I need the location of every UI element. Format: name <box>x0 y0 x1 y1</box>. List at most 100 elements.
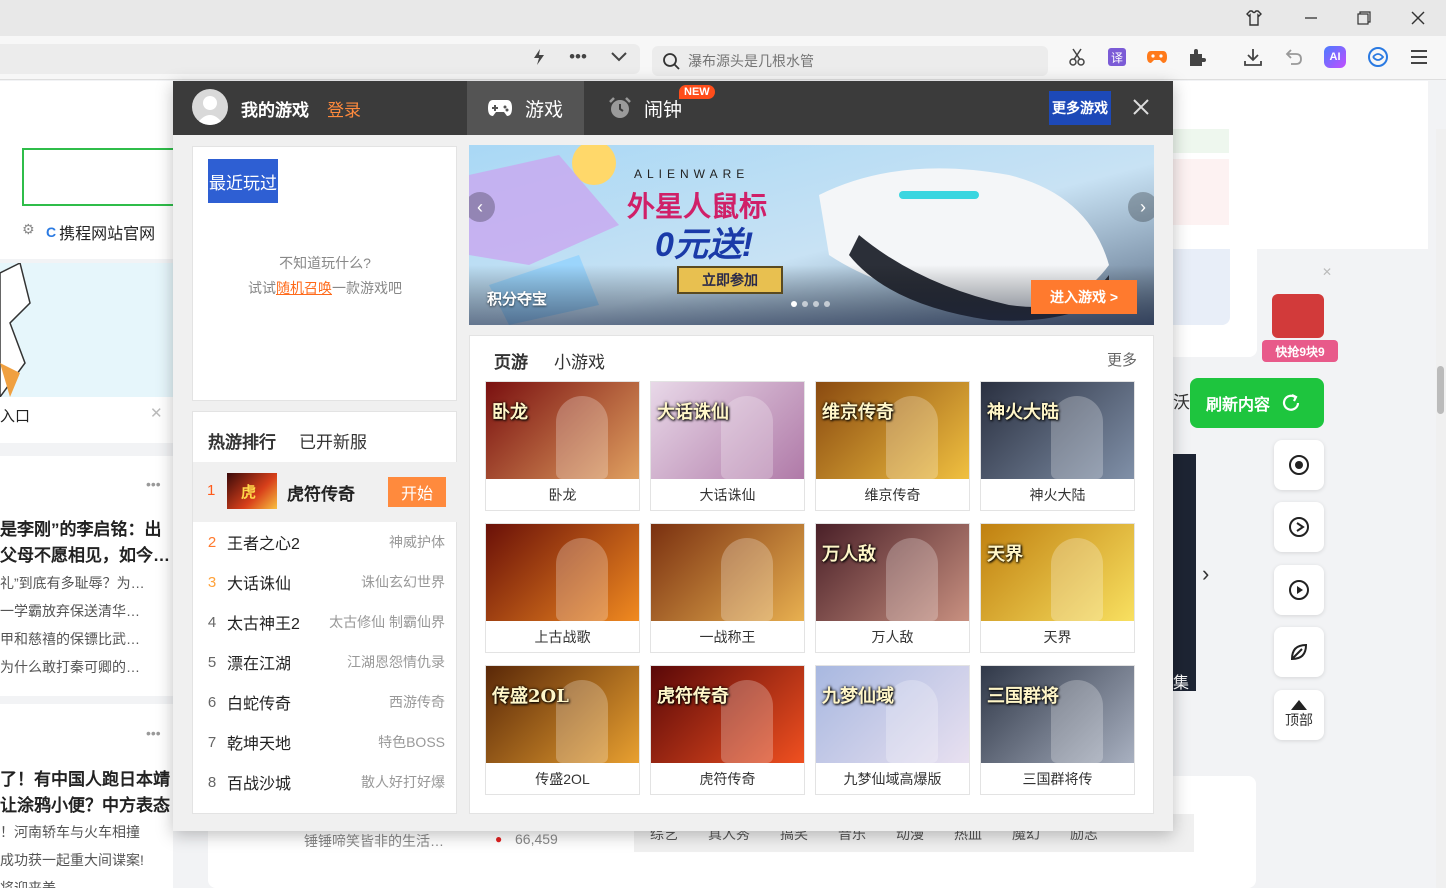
search-box[interactable] <box>652 46 1048 76</box>
game-card[interactable]: 上古战歌 <box>485 523 640 653</box>
rank-tag: 诛仙玄幻世界 <box>361 574 445 590</box>
carousel-dot[interactable] <box>813 301 819 307</box>
translate-icon[interactable]: 译 <box>1102 42 1132 72</box>
login-link[interactable]: 登录 <box>327 96 361 121</box>
close-icon[interactable]: ✕ <box>150 404 163 422</box>
scrollbar-thumb[interactable] <box>1437 366 1444 414</box>
news-title[interactable]: 父母不愿相见，如今… <box>0 541 170 566</box>
ai-icon[interactable]: AI <box>1320 42 1350 72</box>
chevron-right-icon[interactable]: › <box>1128 192 1154 222</box>
game-card[interactable]: 神火大陆 神火大陆 <box>980 381 1135 511</box>
news-item[interactable]: 一学霸放弃保送清华… <box>0 601 140 621</box>
news-title[interactable]: 了！有中国人跑日本靖 <box>0 765 170 790</box>
entry-label[interactable]: 入口 <box>0 405 30 426</box>
refresh-content-button[interactable]: 刷新内容 <box>1190 378 1324 428</box>
game-card[interactable]: 九梦仙域 九梦仙域高爆版 <box>815 665 970 795</box>
game-card[interactable]: 天界 天界 <box>980 523 1135 653</box>
enter-game-button[interactable]: 进入游戏 > <box>1031 280 1137 314</box>
game-card[interactable]: 维京传奇 维京传奇 <box>815 381 970 511</box>
news-item[interactable]: 将迎来美 <box>0 878 56 888</box>
news-item[interactable]: 礼”到底有多耻辱？为… <box>0 573 145 593</box>
more-dots-icon[interactable]: ••• <box>146 476 161 492</box>
undo-icon[interactable] <box>1278 42 1308 72</box>
minimize-icon[interactable] <box>1285 0 1337 36</box>
lightning-icon[interactable] <box>524 42 554 72</box>
news-title[interactable]: 让涂鸦小便？中方表态 <box>0 791 170 816</box>
chevron-right-icon[interactable]: › <box>1202 561 1209 587</box>
tab-web-games[interactable]: 页游 <box>494 348 528 373</box>
ctrip-link[interactable]: C 携程网站官网 <box>46 220 155 244</box>
start-button[interactable]: 开始 <box>388 477 446 507</box>
promo-label: 快抢9块9 <box>1262 340 1338 362</box>
ctrip-icon: C <box>46 224 57 240</box>
chevron-down-icon[interactable] <box>604 42 634 72</box>
search-input[interactable] <box>688 53 1008 69</box>
game-thumbnail: 天界 <box>981 524 1134 621</box>
hint-suffix: 一款游戏吧 <box>332 280 402 296</box>
tab-hot-ranking[interactable]: 热游排行 <box>208 428 276 453</box>
game-card[interactable]: 虎符传奇 虎符传奇 <box>650 665 805 795</box>
skin-icon[interactable] <box>1228 0 1280 36</box>
bottom-text[interactable]: 锤锤啼笑皆非的生活… <box>304 831 444 851</box>
news-title[interactable]: 是李刚”的李启铭：出 <box>0 515 162 540</box>
rank-row[interactable]: 8 百战沙城 散人好打好爆 <box>193 762 457 802</box>
game-card[interactable]: 一战称王 <box>650 523 805 653</box>
banner-cta[interactable]: 立即参加 <box>677 266 783 294</box>
promo-gift[interactable]: 快抢9块9 <box>1262 284 1338 366</box>
carousel-dot[interactable] <box>791 301 797 307</box>
game-card[interactable]: 卧龙 卧龙 <box>485 381 640 511</box>
rank-number: 7 <box>207 733 217 751</box>
gear-icon[interactable]: ⚙ <box>22 221 35 238</box>
user-icon <box>196 96 224 125</box>
rank-row-first[interactable]: 1 虎 虎符传奇 开始 <box>193 462 457 522</box>
game-icon[interactable] <box>1274 502 1324 552</box>
news-item[interactable]: 成功获一起重大间谍案! <box>0 850 144 870</box>
rank-tag: 特色BOSS <box>378 734 445 750</box>
back-to-top-button[interactable]: 顶部 <box>1274 690 1324 740</box>
more-dots-icon[interactable]: ••• <box>146 725 161 741</box>
tab-games[interactable]: 游戏 <box>467 81 584 135</box>
scissors-icon[interactable] <box>1062 42 1092 72</box>
leaf-icon[interactable] <box>1274 627 1324 677</box>
game-card[interactable]: 万人敌 万人敌 <box>815 523 970 653</box>
gift-icon <box>1272 294 1324 338</box>
scrollbar[interactable] <box>1436 129 1446 888</box>
recent-tag: 最近玩过 <box>208 159 278 203</box>
news-item[interactable]: ！河南轿车与火车相撞 <box>0 822 140 842</box>
more-link[interactable]: 更多 <box>1107 349 1137 370</box>
restore-icon[interactable] <box>1338 0 1390 36</box>
carousel-dot[interactable] <box>824 301 830 307</box>
close-window-icon[interactable] <box>1392 0 1444 36</box>
close-icon[interactable] <box>1127 93 1155 121</box>
tab-new-servers[interactable]: 已开新服 <box>299 428 367 453</box>
promo-banner[interactable]: ALIENWARE 外星人鼠标 0元送! 立即参加 积分夺宝 进入游戏 > ‹ … <box>469 145 1154 325</box>
play-icon[interactable] <box>1274 565 1324 615</box>
sync-icon[interactable] <box>1363 42 1393 72</box>
gamepad-icon[interactable] <box>1142 42 1172 72</box>
rank-row[interactable]: 6 白蛇传奇 西游传奇 <box>193 682 457 722</box>
more-games-button[interactable]: 更多游戏 <box>1049 91 1111 125</box>
game-card[interactable]: 传盛2OL 传盛2OL <box>485 665 640 795</box>
video-thumb <box>1173 454 1196 691</box>
more-dots-icon[interactable]: ••• <box>563 42 593 72</box>
news-item[interactable]: 甲和慈禧的保镖比武… <box>0 629 140 649</box>
tab-mini-games[interactable]: 小游戏 <box>554 348 605 373</box>
avatar[interactable] <box>192 89 228 125</box>
rank-row[interactable]: 4 太古神王2 太古修仙 制霸仙界 <box>193 602 457 642</box>
extensions-icon[interactable] <box>1182 42 1212 72</box>
game-name: 虎符传奇 <box>699 770 756 787</box>
rank-row[interactable]: 5 漂在江湖 江湖恩怨情仇录 <box>193 642 457 682</box>
video-icon[interactable] <box>1274 440 1324 490</box>
carousel-dot[interactable] <box>802 301 808 307</box>
menu-icon[interactable] <box>1404 42 1434 72</box>
close-icon[interactable]: ✕ <box>1322 265 1332 279</box>
tab-games-label: 游戏 <box>525 99 564 121</box>
game-card[interactable]: 大话诛仙 大话诛仙 <box>650 381 805 511</box>
download-icon[interactable] <box>1238 42 1268 72</box>
rank-row[interactable]: 2 王者之心2 神威护体 <box>193 522 457 562</box>
rank-row[interactable]: 7 乾坤天地 特色BOSS <box>193 722 457 762</box>
rank-row[interactable]: 3 大话诛仙 诛仙玄幻世界 <box>193 562 457 602</box>
news-item[interactable]: 为什么敢打秦可卿的… <box>0 657 140 677</box>
game-card[interactable]: 三国群将 三国群将传 <box>980 665 1135 795</box>
random-summon-link[interactable]: 随机召唤 <box>276 280 332 296</box>
